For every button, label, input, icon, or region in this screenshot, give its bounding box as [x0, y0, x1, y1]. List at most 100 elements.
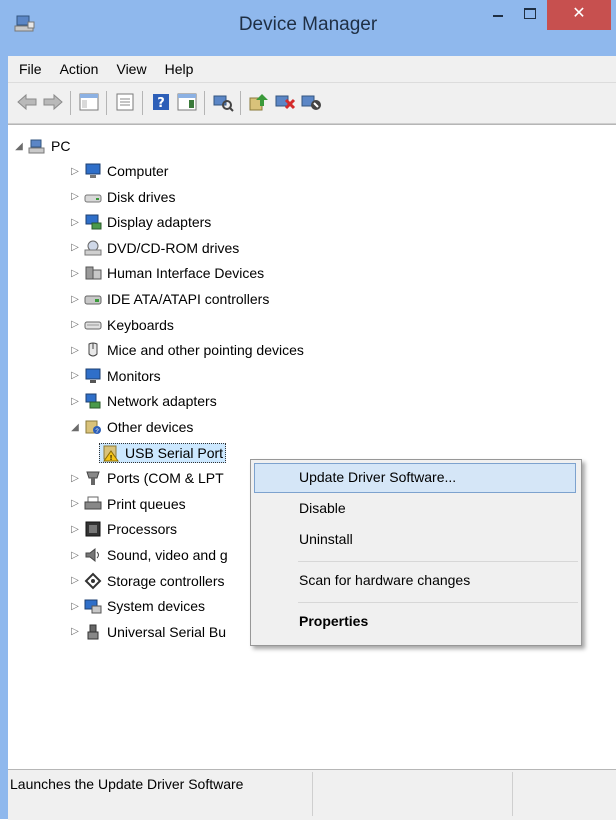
processor-icon: [85, 521, 101, 537]
maximize-button[interactable]: [514, 0, 546, 30]
expand-arrow-icon[interactable]: ▷: [68, 601, 82, 612]
tree-item-content[interactable]: Print queues: [84, 495, 186, 513]
tree-item[interactable]: ▷ IDE ATA/ATAPI controllers: [68, 288, 269, 310]
monitor-icon: [85, 368, 101, 383]
tree-item-content[interactable]: Disk drives: [84, 188, 175, 206]
tree-item[interactable]: ▷ Universal Serial Bu: [68, 621, 226, 643]
tree-root-pc[interactable]: ◢ PC: [12, 135, 70, 157]
menu-file[interactable]: File: [12, 61, 49, 77]
expand-arrow-icon[interactable]: ▷: [68, 524, 82, 535]
tree-item-content[interactable]: DVD/CD-ROM drives: [84, 239, 239, 257]
expand-arrow-icon[interactable]: ▷: [68, 319, 82, 330]
tree-item-content[interactable]: Display adapters: [84, 213, 211, 231]
tree-item[interactable]: ▷ Display adapters: [68, 211, 211, 233]
tree-item-label: Human Interface Devices: [107, 265, 265, 282]
scan-hardware-icon[interactable]: [212, 92, 234, 112]
expand-arrow-icon[interactable]: ▷: [68, 217, 82, 228]
uninstall-device-icon[interactable]: [274, 92, 296, 112]
expand-arrow-icon[interactable]: ▷: [68, 498, 82, 509]
menu-item-disable[interactable]: Disable: [299, 500, 346, 516]
expand-arrow-icon[interactable]: ▷: [68, 473, 82, 484]
tree-item[interactable]: ! USB Serial Port: [86, 442, 227, 464]
menu-action[interactable]: Action: [53, 61, 106, 77]
tree-item-content[interactable]: Network adapters: [84, 392, 217, 410]
tree-item-content[interactable]: Storage controllers: [84, 572, 225, 590]
device-manager-window: Device Manager ✕ File Action View Help ?…: [0, 0, 616, 820]
toolbar-separator: [240, 91, 241, 115]
tree-item-label: IDE ATA/ATAPI controllers: [107, 291, 270, 307]
title-bar[interactable]: Device Manager ✕: [0, 0, 616, 48]
tree-item[interactable]: ▷ Processors: [68, 518, 177, 540]
tree-item-content[interactable]: IDE ATA/ATAPI controllers: [84, 290, 269, 308]
toolbar: ?: [8, 83, 616, 124]
expand-arrow-icon[interactable]: ▷: [68, 191, 82, 202]
tree-item[interactable]: ▷ Mice and other pointing devices: [68, 339, 304, 361]
status-text: Launches the Update Driver Software: [10, 776, 244, 792]
tree-item-content[interactable]: Keyboards: [84, 316, 174, 334]
expand-arrow-icon[interactable]: ▷: [68, 268, 82, 279]
expand-arrow-icon[interactable]: ▷: [68, 626, 82, 637]
tree-item[interactable]: ▷ Human Interface Devices: [68, 262, 264, 284]
tree-item[interactable]: ▷ Network adapters: [68, 390, 217, 412]
expand-arrow-icon[interactable]: ▷: [68, 242, 82, 253]
tree-item[interactable]: ▷ Print queues: [68, 493, 186, 515]
tree-item-content[interactable]: System devices: [84, 597, 205, 615]
minimize-button[interactable]: [482, 0, 514, 30]
hid-icon: [85, 266, 102, 280]
tree-item[interactable]: ▷ Storage controllers: [68, 570, 225, 592]
tree-item-content[interactable]: ? Other devices: [84, 418, 193, 436]
tree-item-content[interactable]: Universal Serial Bu: [84, 623, 226, 641]
tree-item[interactable]: ▷ Keyboards: [68, 314, 174, 336]
expand-arrow-icon[interactable]: ▷: [68, 166, 82, 177]
pc-icon: [28, 139, 45, 154]
display-adapter-icon: [85, 214, 102, 230]
properties-sheet-icon[interactable]: [114, 92, 136, 112]
menu-item-properties[interactable]: Properties: [299, 613, 368, 629]
action-pane-icon[interactable]: [176, 92, 198, 112]
system-devices-icon: [84, 599, 102, 614]
tree-item[interactable]: ▷ Ports (COM & LPT: [68, 467, 224, 489]
tree-item-content[interactable]: Computer: [84, 162, 168, 180]
menu-item-update-driver[interactable]: Update Driver Software...: [299, 469, 456, 485]
tree-item-content[interactable]: Ports (COM & LPT: [84, 469, 224, 487]
tree-item[interactable]: ▷ Monitors: [68, 365, 161, 387]
tree-item[interactable]: ◢? Other devices: [68, 416, 193, 438]
expand-arrow-icon[interactable]: ▷: [68, 294, 82, 305]
expand-arrow-icon[interactable]: ▷: [68, 345, 82, 356]
back-arrow-icon[interactable]: [16, 92, 38, 112]
tree-item-content[interactable]: ! USB Serial Port: [99, 442, 227, 463]
expand-arrow-icon[interactable]: ▷: [68, 550, 82, 561]
tree-item-content[interactable]: Human Interface Devices: [84, 264, 264, 282]
close-button[interactable]: ✕: [547, 0, 611, 30]
tree-item[interactable]: ▷ Sound, video and g: [68, 544, 228, 566]
collapse-arrow-icon[interactable]: ◢: [12, 141, 26, 152]
tree-item-label: Storage controllers: [107, 572, 225, 589]
disable-device-icon[interactable]: [300, 92, 322, 112]
sound-icon: [85, 547, 99, 563]
status-bar: Launches the Update Driver Software: [8, 769, 616, 820]
update-driver-icon[interactable]: [248, 92, 270, 112]
forward-arrow-icon[interactable]: [42, 92, 64, 112]
tree-item-content[interactable]: Sound, video and g: [84, 546, 228, 564]
expand-arrow-icon[interactable]: ▷: [68, 575, 82, 586]
help-icon[interactable]: ?: [150, 92, 172, 112]
expand-arrow-icon[interactable]: ▷: [68, 370, 82, 381]
expand-arrow-icon[interactable]: ▷: [68, 396, 82, 407]
tree-item[interactable]: ▷ DVD/CD-ROM drives: [68, 237, 239, 259]
menu-item-uninstall[interactable]: Uninstall: [299, 531, 353, 547]
tree-item-content[interactable]: Monitors: [84, 367, 161, 385]
tree-item-label: Monitors: [107, 367, 161, 384]
tree-item[interactable]: ▷ System devices: [68, 595, 205, 617]
menu-view[interactable]: View: [109, 61, 153, 77]
tree-item[interactable]: ▷ Disk drives: [68, 186, 175, 208]
show-hide-console-tree-icon[interactable]: [78, 92, 100, 112]
tree-item-label: Other devices: [107, 419, 194, 435]
collapse-arrow-icon[interactable]: ◢: [68, 422, 82, 433]
tree-item-content[interactable]: Mice and other pointing devices: [84, 341, 304, 359]
toolbar-separator: [204, 91, 205, 115]
menu-help[interactable]: Help: [158, 61, 201, 77]
tree-item[interactable]: ▷ Computer: [68, 160, 168, 182]
device-tree[interactable]: ◢ PC ▷ Computer ▷ Disk drives ▷ Display adapt…: [8, 124, 616, 769]
menu-item-scan-hardware[interactable]: Scan for hardware changes: [299, 572, 470, 588]
tree-item-content[interactable]: Processors: [84, 520, 177, 538]
